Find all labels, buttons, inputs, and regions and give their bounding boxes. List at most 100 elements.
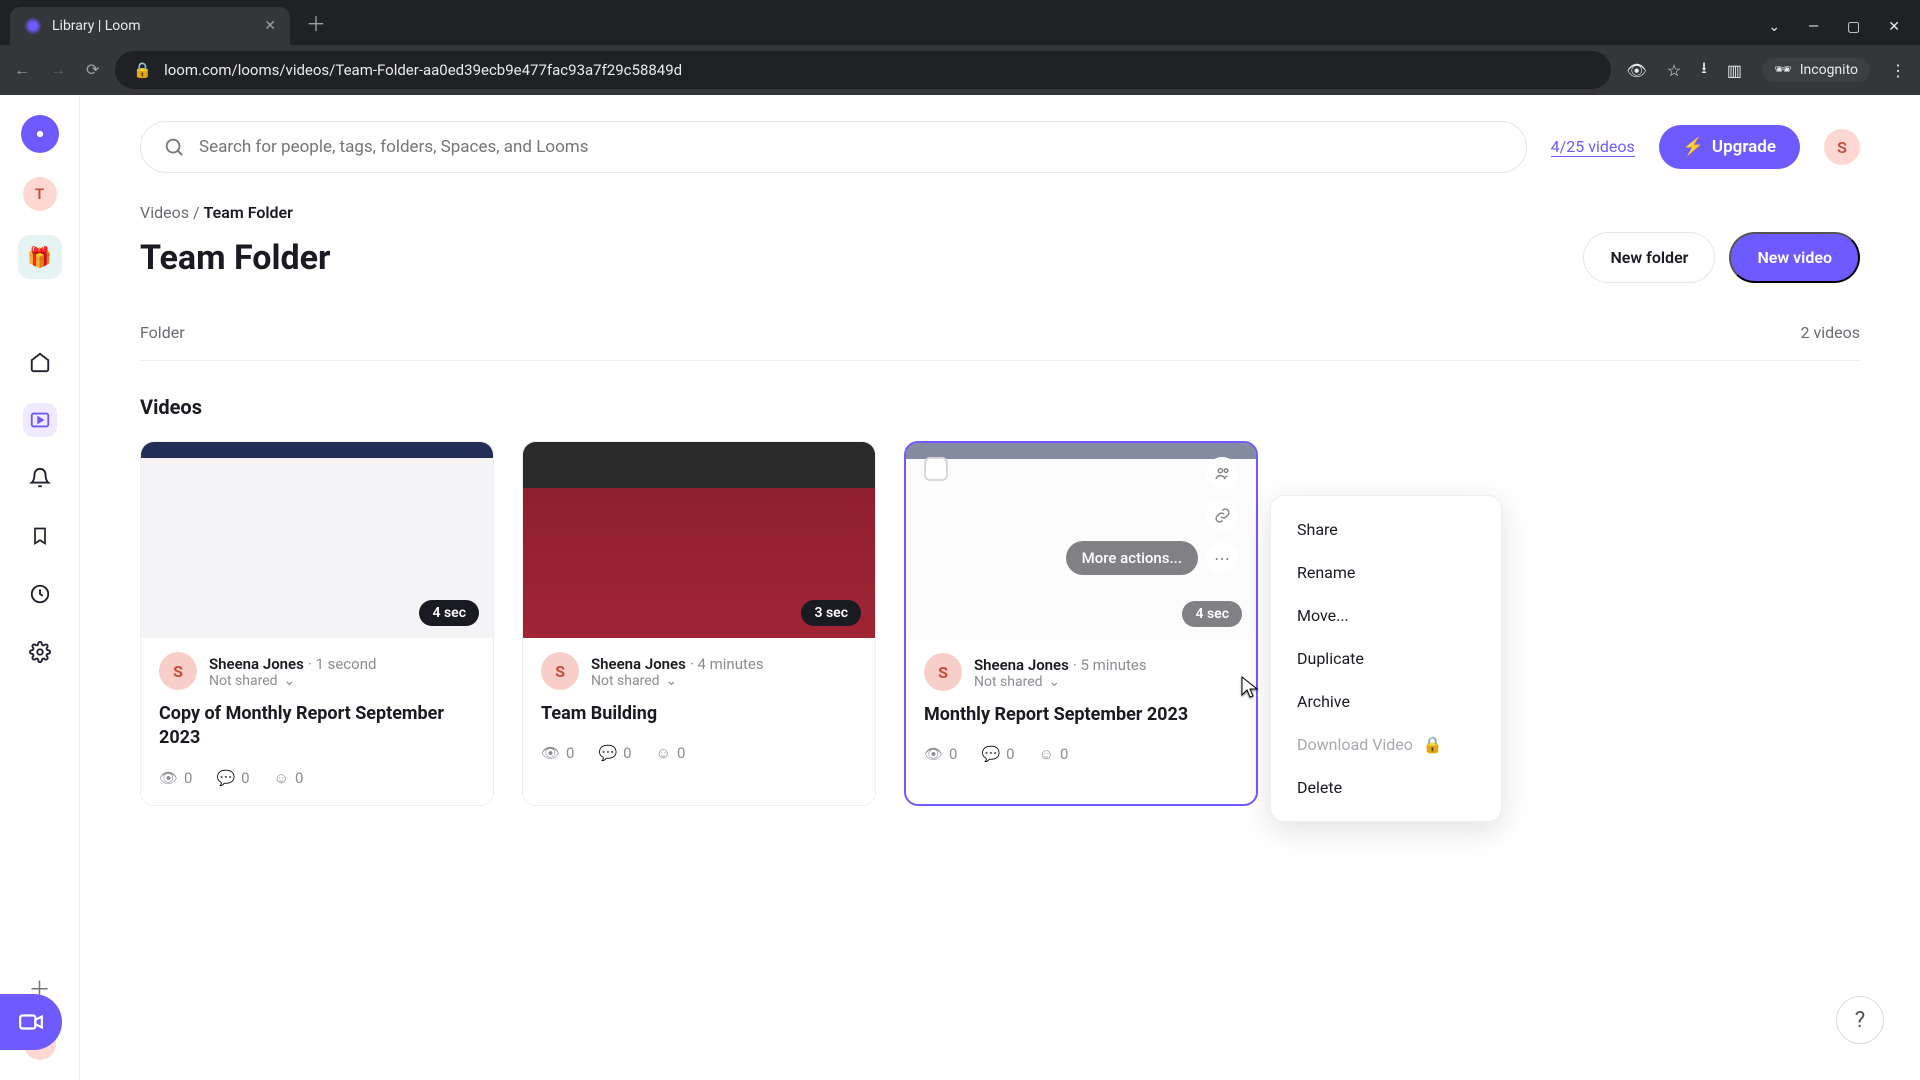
link-icon[interactable] [1206, 499, 1238, 531]
left-rail: T 🎁 ＋ A [0, 95, 80, 1080]
bookmark-icon[interactable] [23, 519, 57, 553]
workspace-avatar[interactable]: T [23, 177, 57, 211]
ctx-rename[interactable]: Rename [1271, 551, 1501, 594]
author-name: Sheena Jones [591, 655, 686, 673]
loom-favicon-icon [24, 17, 42, 35]
ctx-duplicate[interactable]: Duplicate [1271, 637, 1501, 680]
upgrade-label: Upgrade [1712, 137, 1776, 157]
search-input[interactable] [199, 137, 1504, 157]
eye-icon: 👁 [159, 769, 178, 787]
browser-toolbar: ← → ⟳ 🔒 loom.com/looms/videos/Team-Folde… [0, 45, 1920, 95]
duration-badge: 4 sec [419, 600, 479, 626]
new-video-button[interactable]: New video [1729, 232, 1860, 283]
share-status[interactable]: Not shared⌄ [591, 673, 764, 689]
people-icon[interactable] [1206, 457, 1238, 489]
video-title: Team Building [541, 702, 857, 726]
page-title: Team Folder [140, 238, 330, 278]
lock-icon: 🔒 [1423, 735, 1443, 754]
close-window-icon[interactable]: ✕ [1888, 19, 1900, 35]
upgrade-button[interactable]: ⚡ Upgrade [1659, 125, 1800, 169]
home-icon[interactable] [23, 345, 57, 379]
video-title: Monthly Report September 2023 [924, 703, 1238, 727]
comment-icon: 💬 [216, 769, 235, 787]
maximize-icon[interactable]: ▢ [1847, 19, 1860, 35]
sidepanel-icon[interactable]: ▥ [1727, 61, 1742, 80]
video-title: Copy of Monthly Report September 2023 [159, 702, 475, 751]
lock-icon: 🔒 [133, 61, 152, 79]
video-thumbnail[interactable]: More actions... ⋯ 4 sec [906, 443, 1256, 639]
search-box[interactable] [140, 121, 1527, 173]
breadcrumb-current: Team Folder [204, 203, 293, 222]
tab-search-icon[interactable]: ⌄ [1768, 19, 1780, 35]
emoji-icon: ☺ [1039, 745, 1054, 763]
context-menu: Share Rename Move... Duplicate Archive D… [1270, 495, 1502, 822]
share-status[interactable]: Not shared⌄ [974, 674, 1147, 690]
emoji-icon: ☺ [656, 744, 671, 762]
author-name: Sheena Jones [974, 656, 1069, 674]
notifications-icon[interactable] [23, 461, 57, 495]
comment-icon: 💬 [598, 744, 617, 762]
time-ago: 5 minutes [1080, 656, 1146, 674]
record-button[interactable] [0, 994, 62, 1050]
author-avatar: S [924, 653, 962, 691]
eye-icon: 👁 [924, 745, 943, 763]
forward-icon: → [50, 60, 66, 80]
downloads-icon[interactable]: ⭳ [1701, 57, 1707, 84]
comment-icon: 💬 [981, 745, 1000, 763]
time-ago: 1 second [315, 655, 376, 673]
more-actions-tooltip: More actions... [1066, 541, 1198, 575]
browser-tabstrip: Library | Loom ✕ ＋ ⌄ ― ▢ ✕ [0, 0, 1920, 45]
address-bar[interactable]: 🔒 loom.com/looms/videos/Team-Folder-aa0e… [115, 51, 1610, 89]
author-avatar: S [159, 652, 197, 690]
new-tab-button[interactable]: ＋ [306, 8, 326, 37]
ctx-delete[interactable]: Delete [1271, 766, 1501, 809]
incognito-badge[interactable]: 🕶 Incognito [1762, 58, 1870, 82]
chevron-down-icon: ⌄ [284, 673, 296, 689]
section-count: 2 videos [1801, 323, 1861, 342]
emoji-icon: ☺ [274, 769, 289, 787]
gift-icon[interactable]: 🎁 [18, 235, 62, 279]
chevron-down-icon: ⌄ [1049, 674, 1061, 690]
window-controls: ⌄ ― ▢ ✕ [1768, 19, 1920, 35]
incognito-icon: 🕶 [1774, 62, 1792, 78]
library-icon[interactable] [23, 403, 57, 437]
breadcrumb: Videos / Team Folder [140, 203, 1860, 222]
video-thumbnail[interactable]: 4 sec [141, 442, 493, 638]
history-icon[interactable] [23, 577, 57, 611]
video-quota-link[interactable]: 4/25 videos [1551, 137, 1635, 157]
kebab-menu-icon[interactable]: ⋮ [1890, 61, 1906, 80]
reload-icon[interactable]: ⟳ [86, 60, 99, 80]
video-thumbnail[interactable]: 3 sec [523, 442, 875, 638]
loom-logo-icon[interactable] [21, 115, 59, 153]
ctx-move[interactable]: Move... [1271, 594, 1501, 637]
ctx-share[interactable]: Share [1271, 508, 1501, 551]
new-folder-button[interactable]: New folder [1583, 232, 1715, 283]
share-status[interactable]: Not shared⌄ [209, 673, 376, 689]
ctx-download[interactable]: Download Video 🔒 [1271, 723, 1501, 766]
select-checkbox[interactable] [924, 457, 948, 481]
minimize-icon[interactable]: ― [1808, 19, 1819, 35]
back-icon[interactable]: ← [14, 60, 30, 80]
profile-avatar[interactable]: S [1824, 129, 1860, 165]
settings-gear-icon[interactable] [23, 635, 57, 669]
video-grid: 4 sec S Sheena Jones · 1 second Not shar… [140, 441, 1860, 806]
eye-off-icon[interactable]: 👁 [1627, 61, 1647, 80]
close-tab-icon[interactable]: ✕ [264, 18, 276, 34]
breadcrumb-root[interactable]: Videos [140, 203, 189, 222]
ctx-archive[interactable]: Archive [1271, 680, 1501, 723]
tab-title: Library | Loom [52, 18, 141, 34]
time-ago: 4 minutes [697, 655, 763, 673]
bookmark-star-icon[interactable]: ☆ [1667, 61, 1681, 80]
author-name: Sheena Jones [209, 655, 304, 673]
help-button[interactable]: ? [1836, 996, 1884, 1044]
section-label: Folder [140, 323, 185, 342]
search-icon [163, 136, 185, 158]
more-actions-button[interactable]: ⋯ [1206, 542, 1238, 574]
video-card[interactable]: 4 sec S Sheena Jones · 1 second Not shar… [140, 441, 494, 806]
browser-tab[interactable]: Library | Loom ✕ [10, 7, 290, 45]
chevron-down-icon: ⌄ [666, 673, 678, 689]
video-card[interactable]: More actions... ⋯ 4 sec S Sheena Jones ·… [904, 441, 1258, 806]
author-avatar: S [541, 652, 579, 690]
topbar: 4/25 videos ⚡ Upgrade S [140, 121, 1860, 173]
video-card[interactable]: 3 sec S Sheena Jones · 4 minutes Not sha… [522, 441, 876, 806]
